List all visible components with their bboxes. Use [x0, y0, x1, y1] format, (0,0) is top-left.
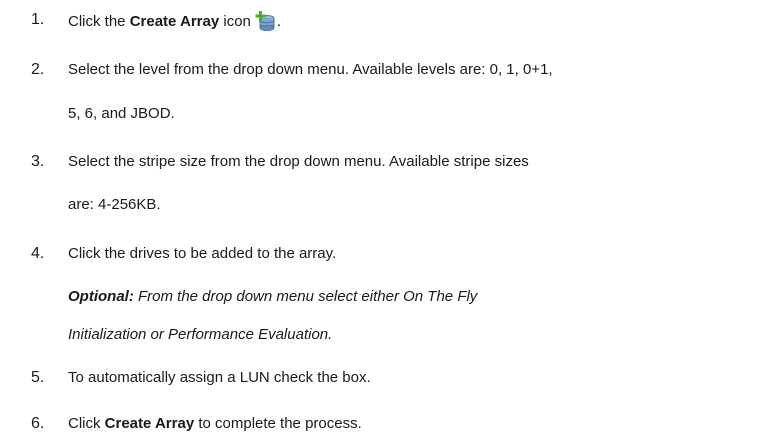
step-text-part: to complete the process. [194, 415, 362, 432]
optional-label: Optional: [68, 288, 134, 305]
step-text-part: icon [219, 13, 251, 30]
optional-note-continued: Initialization or Performance Evaluation… [68, 326, 332, 344]
create-array-icon [255, 11, 277, 36]
step-text: Click Create Array to complete the proce… [68, 415, 362, 433]
step-text: Click the Create Array icon . [68, 11, 281, 36]
step-number: 6. [31, 415, 45, 432]
step-text-part: Click the [68, 13, 130, 30]
step-text-line-1: To automatically assign a LUN check the … [68, 369, 371, 386]
create-array-label: Create Array [129, 13, 220, 30]
step-number: 3. [31, 153, 45, 170]
optional-text-line-1: From the drop down menu select either On… [133, 288, 478, 305]
step-number: 2. [31, 61, 45, 78]
create-array-label: Create Array [104, 415, 195, 432]
optional-text-line-2: Initialization or Performance Evaluation… [68, 326, 333, 343]
step-number: 5. [31, 369, 45, 386]
optional-note: Optional: From the drop down menu select… [68, 288, 477, 306]
step-text-line-1: Select the stripe size from the drop dow… [68, 153, 529, 170]
step-text-part: Click [68, 415, 105, 432]
step-text-line-1: Click the drives to be added to the arra… [68, 245, 337, 262]
step-text-part: . [276, 13, 282, 30]
step-text-line-2: are: 4-256KB. [68, 196, 161, 213]
step-number: 4. [31, 245, 45, 262]
step-text-line-1: Select the level from the drop down menu… [68, 61, 553, 78]
step-text-line-2: 5, 6, and JBOD. [68, 105, 175, 122]
step-number: 1. [31, 11, 45, 28]
